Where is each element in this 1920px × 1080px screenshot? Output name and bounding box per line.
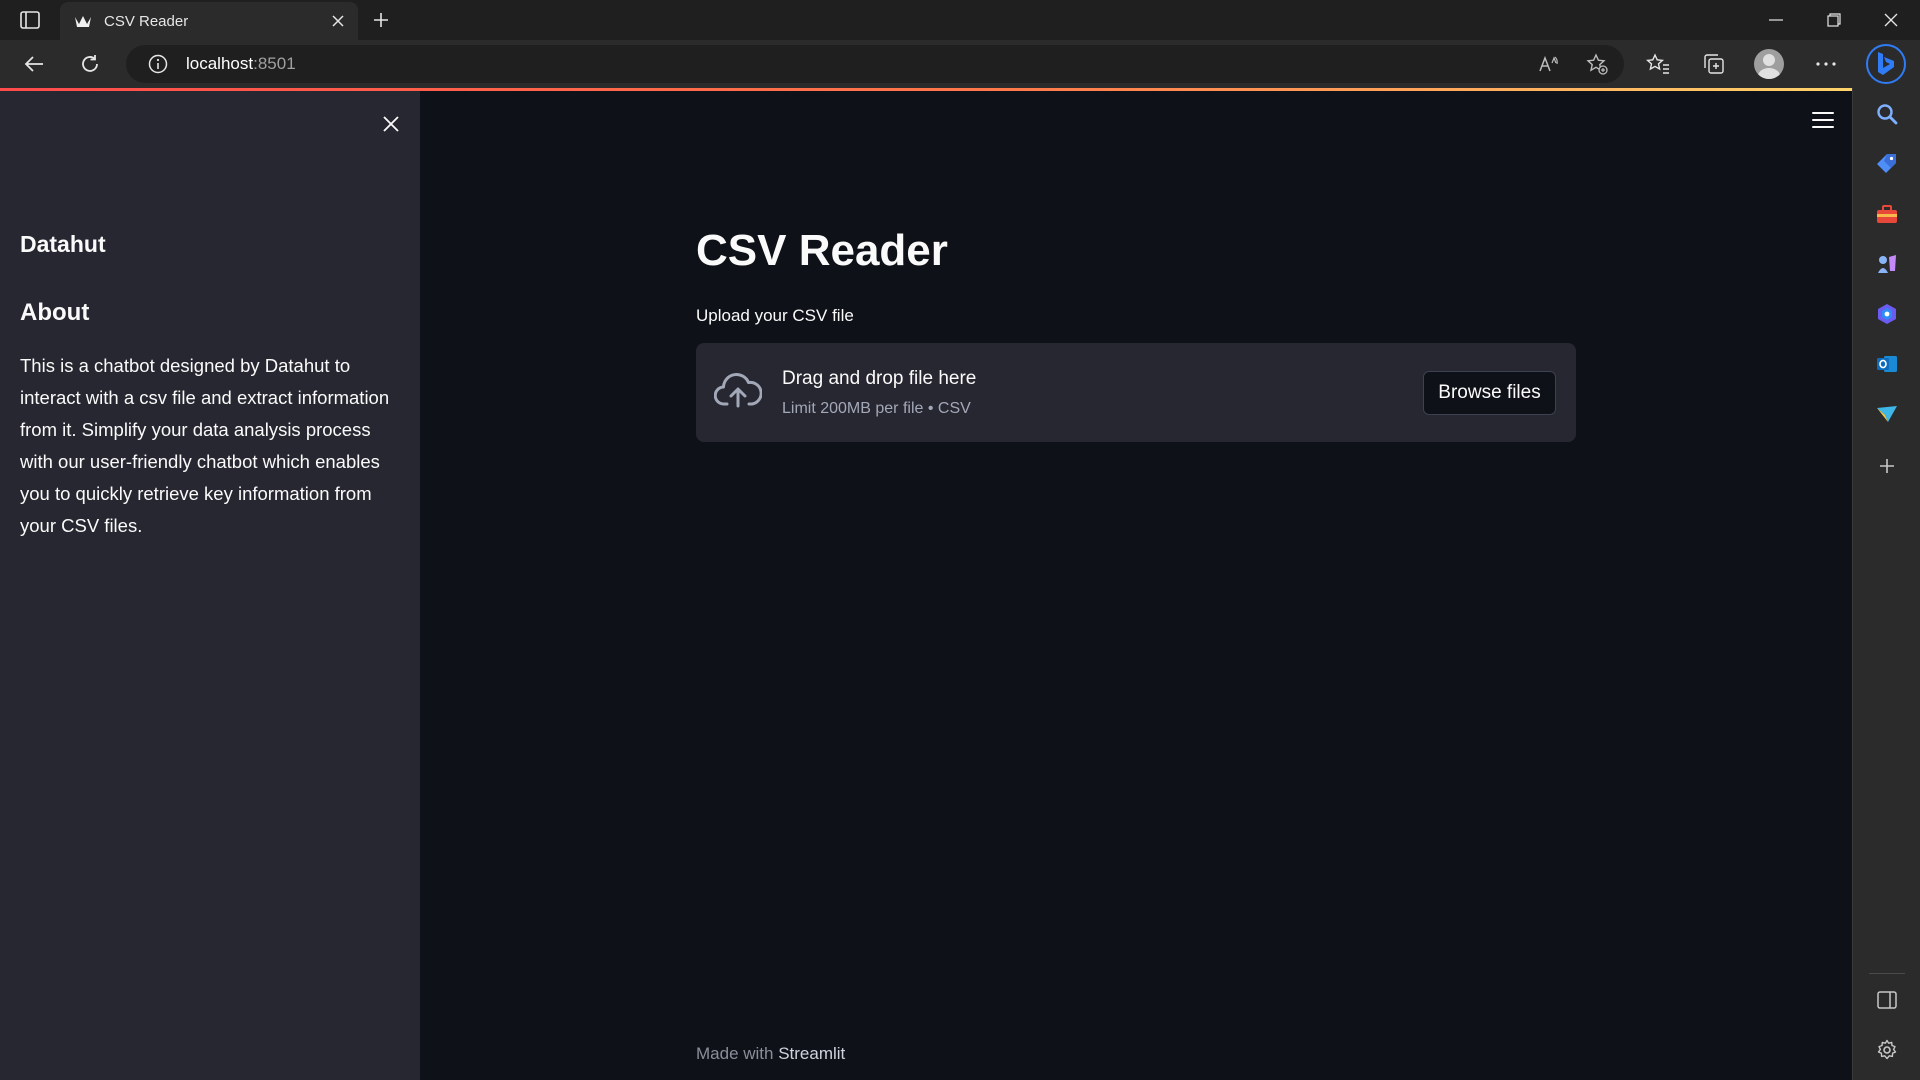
window-close-icon[interactable]	[1863, 0, 1919, 40]
profile-avatar[interactable]	[1754, 49, 1784, 79]
sidebar-close-icon[interactable]	[376, 109, 406, 139]
copilot-apps-icon[interactable]	[1869, 296, 1905, 332]
file-dropzone[interactable]: Drag and drop file here Limit 200MB per …	[696, 343, 1576, 442]
minimize-icon[interactable]	[1748, 0, 1804, 40]
dropzone-limit-text: Limit 200MB per file • CSV	[782, 400, 971, 417]
settings-gear-icon[interactable]	[1869, 1032, 1905, 1068]
sidebar-about-heading: About	[20, 299, 90, 326]
sidebar-about-text: This is a chatbot designed by Datahut to…	[20, 355, 390, 536]
browser-tab-active[interactable]: CSV Reader	[60, 2, 358, 40]
tools-briefcase-icon[interactable]	[1869, 196, 1905, 232]
footer: Made with Streamlit	[696, 1044, 845, 1064]
address-bar[interactable]: localhost:8501	[126, 45, 1624, 83]
new-tab-plus-icon[interactable]	[366, 6, 396, 34]
url-host: localhost	[186, 54, 254, 73]
shopping-tag-icon[interactable]	[1869, 146, 1905, 182]
refresh-icon[interactable]	[72, 48, 108, 80]
read-aloud-icon[interactable]	[1532, 48, 1566, 80]
streamlit-crown-icon	[74, 12, 92, 30]
info-icon[interactable]	[138, 45, 178, 83]
send-drop-icon[interactable]	[1869, 396, 1905, 432]
add-sidebar-app-icon[interactable]	[1869, 448, 1905, 484]
hamburger-menu-icon[interactable]	[1808, 108, 1838, 132]
streamlit-sidebar: Datahut About This is a chatbot designed…	[0, 91, 420, 1080]
tab-close-icon[interactable]	[324, 7, 352, 35]
outlook-icon[interactable]	[1869, 346, 1905, 382]
footer-streamlit-link[interactable]: Streamlit	[778, 1044, 845, 1063]
restore-icon[interactable]	[1806, 0, 1862, 40]
search-icon[interactable]	[1869, 96, 1905, 132]
browse-files-button[interactable]: Browse files	[1423, 371, 1556, 415]
dropzone-instruction: Drag and drop file here	[782, 368, 977, 389]
back-arrow-icon[interactable]	[16, 48, 52, 80]
tab-actions-icon[interactable]	[14, 8, 46, 32]
games-icon[interactable]	[1869, 246, 1905, 282]
add-favorite-icon[interactable]	[1580, 48, 1614, 80]
sidebar-brand-title: Datahut	[20, 231, 106, 257]
upload-label: Upload your CSV file	[696, 306, 854, 325]
hide-sidebar-icon[interactable]	[1869, 982, 1905, 1018]
edge-sidebar-divider	[1869, 973, 1905, 974]
tab-title: CSV Reader	[104, 12, 189, 30]
browser-tab-strip: CSV Reader	[0, 0, 1920, 40]
favorites-icon[interactable]	[1640, 48, 1676, 80]
cloud-upload-icon	[713, 370, 763, 410]
edge-sidebar	[1852, 88, 1920, 1080]
more-icon[interactable]	[1808, 48, 1844, 80]
bing-icon[interactable]	[1866, 44, 1906, 84]
url-port: :8501	[253, 54, 296, 73]
collections-icon[interactable]	[1696, 48, 1732, 80]
footer-prefix: Made with	[696, 1044, 779, 1063]
browser-toolbar: localhost:8501	[0, 40, 1920, 88]
page-title: CSV Reader	[696, 226, 948, 275]
url-text[interactable]: localhost:8501	[186, 54, 296, 74]
